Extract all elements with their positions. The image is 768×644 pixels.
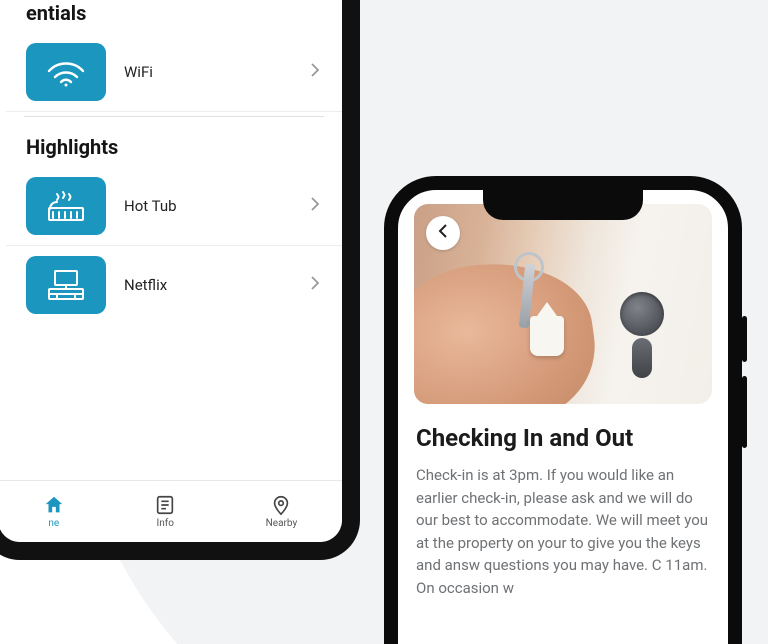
wifi-icon bbox=[26, 43, 106, 101]
article-body: Check-in is at 3pm. If you would like an… bbox=[414, 464, 712, 599]
list-item-label: WiFi bbox=[124, 63, 292, 81]
list-item-label: Netflix bbox=[124, 276, 292, 294]
nav-info[interactable]: Info bbox=[154, 494, 176, 529]
phone-left: nd Ben 7899855609 hello@clarkandersonpro… bbox=[0, 0, 360, 560]
phone-side-button bbox=[742, 316, 747, 362]
tv-icon bbox=[26, 256, 106, 314]
chevron-right-icon bbox=[310, 196, 320, 216]
section-title-essentials: entials bbox=[6, 1, 342, 33]
bottom-nav: ne Info Nearby bbox=[0, 480, 342, 542]
info-icon bbox=[154, 494, 176, 516]
chevron-left-icon bbox=[438, 223, 448, 243]
nav-home[interactable]: ne bbox=[43, 494, 65, 529]
list-item-netflix[interactable]: Netflix bbox=[6, 246, 342, 324]
phone-right: Checking In and Out Check-in is at 3pm. … bbox=[384, 176, 742, 644]
nav-label: Nearby bbox=[266, 518, 298, 529]
divider bbox=[24, 116, 324, 117]
location-icon bbox=[270, 494, 292, 516]
hot-tub-icon bbox=[26, 177, 106, 235]
back-button[interactable] bbox=[426, 216, 460, 250]
hero-image bbox=[414, 204, 712, 404]
nav-label: ne bbox=[48, 518, 59, 529]
phone-notch bbox=[483, 190, 643, 220]
chevron-right-icon bbox=[310, 275, 320, 295]
phone-side-button bbox=[742, 376, 747, 448]
list-item-label: Hot Tub bbox=[124, 197, 292, 215]
article-title: Checking In and Out bbox=[416, 424, 710, 452]
nav-nearby[interactable]: Nearby bbox=[266, 494, 298, 529]
list-item-wifi[interactable]: WiFi bbox=[6, 33, 342, 112]
chevron-right-icon bbox=[310, 62, 320, 82]
list-item-hot-tub[interactable]: Hot Tub bbox=[6, 167, 342, 246]
home-icon bbox=[43, 494, 65, 516]
section-title-highlights: Highlights bbox=[6, 135, 342, 167]
nav-label: Info bbox=[156, 518, 173, 529]
